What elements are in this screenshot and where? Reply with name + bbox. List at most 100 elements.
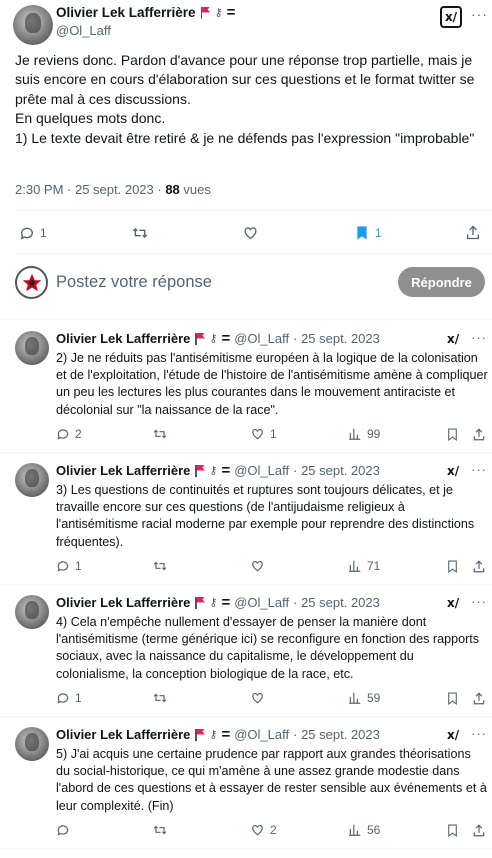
reply-header: Olivier Lek Lafferrière ⚷ = @Ol_Laff · 2…: [56, 461, 380, 479]
avatar[interactable]: [15, 727, 49, 761]
retweet-icon: [153, 693, 167, 703]
keys-icon: ⚷: [209, 729, 218, 741]
equals-icon: =: [226, 3, 236, 21]
avatar[interactable]: [13, 5, 53, 45]
tweet-actions: 1 1: [0, 221, 492, 245]
reply-date[interactable]: · 25 sept. 2023: [293, 727, 380, 742]
views-button[interactable]: 59: [348, 691, 380, 705]
heart-icon: [252, 693, 263, 704]
bookmark-button[interactable]: [446, 559, 459, 574]
avatar[interactable]: [15, 463, 49, 497]
grok-icon[interactable]: x/: [447, 464, 459, 478]
tweet-time[interactable]: 2:30 PM · 25 sept. 2023 ·: [15, 182, 165, 197]
reply-input[interactable]: Postez votre réponse: [56, 273, 212, 292]
views-button[interactable]: 99: [348, 427, 380, 441]
reply-header: Olivier Lek Lafferrière ⚷ = @Ol_Laff · 2…: [56, 725, 380, 743]
reply-date[interactable]: · 25 sept. 2023: [293, 331, 380, 346]
bookmark-button[interactable]: [446, 823, 459, 838]
divider: [15, 210, 492, 211]
share-button[interactable]: [472, 823, 486, 838]
share-button[interactable]: [465, 224, 481, 241]
author-handle[interactable]: @Ol_Laff: [234, 595, 289, 610]
more-icon[interactable]: ···: [471, 726, 487, 741]
author-name[interactable]: Olivier Lek Lafferrière: [56, 463, 190, 478]
share-button[interactable]: [472, 427, 486, 442]
more-icon[interactable]: ···: [471, 330, 487, 345]
like-button[interactable]: 2: [250, 823, 277, 837]
grok-label: x/: [444, 10, 458, 24]
retweet-button[interactable]: [152, 823, 168, 837]
heart-icon: [252, 825, 263, 836]
grok-icon[interactable]: x/: [440, 6, 462, 28]
avatar[interactable]: [15, 331, 49, 365]
like-button[interactable]: [250, 691, 265, 705]
bar-chart-icon: [349, 428, 361, 440]
reply-date[interactable]: · 25 sept. 2023: [293, 463, 380, 478]
tweet-thread-page: Olivier Lek Lafferrière ⚷ = @Ol_Laff x/ …: [0, 0, 492, 858]
grok-icon[interactable]: x/: [447, 728, 459, 742]
reply-date[interactable]: · 25 sept. 2023: [293, 595, 380, 610]
views-button[interactable]: 71: [348, 559, 380, 573]
flag-icon: [194, 464, 205, 477]
author-handle[interactable]: @Ol_Laff: [234, 463, 289, 478]
more-icon[interactable]: ···: [471, 462, 487, 477]
divider: [15, 253, 492, 254]
share-button[interactable]: [472, 691, 486, 706]
avatar[interactable]: [15, 595, 49, 629]
like-button[interactable]: 1: [250, 427, 277, 441]
reply-button[interactable]: 1: [56, 691, 82, 705]
keys-icon: ⚷: [214, 7, 223, 19]
like-button[interactable]: [250, 559, 265, 573]
retweet-button[interactable]: [152, 427, 168, 441]
author-name[interactable]: Olivier Lek Lafferrière: [56, 727, 190, 742]
reply-button[interactable]: 2: [56, 427, 82, 441]
retweet-button[interactable]: [152, 559, 168, 573]
retweet-button[interactable]: [131, 225, 149, 241]
reply-count: 1: [75, 559, 82, 573]
reply-text: 3) Les questions de continuités et ruptu…: [56, 483, 475, 549]
equals-icon: =: [221, 461, 231, 479]
share-button[interactable]: [472, 559, 486, 574]
views-button[interactable]: 56: [348, 823, 380, 837]
share-icon: [473, 824, 485, 837]
bar-chart-icon: [349, 692, 361, 704]
reply-button[interactable]: 1: [19, 225, 47, 241]
retweet-button[interactable]: [152, 691, 168, 705]
reply-button[interactable]: [56, 823, 70, 837]
grok-icon[interactable]: x/: [447, 596, 459, 610]
more-icon[interactable]: ···: [471, 6, 488, 22]
keys-icon: ⚷: [209, 333, 218, 345]
more-icon[interactable]: ···: [471, 594, 487, 609]
author-name[interactable]: Olivier Lek Lafferrière: [56, 331, 190, 346]
author-name[interactable]: Olivier Lek Lafferrière: [56, 595, 190, 610]
like-count: 1: [270, 427, 277, 441]
author-handle[interactable]: @Ol_Laff: [234, 727, 289, 742]
bookmark-icon: [448, 560, 457, 573]
reply-actions: 1 59: [0, 691, 492, 709]
equals-icon: =: [221, 725, 231, 743]
views-count: 71: [367, 559, 381, 573]
like-button[interactable]: [242, 225, 259, 241]
comment-icon: [57, 825, 69, 836]
reply-text: 4) Cela n'empêche nullement d'essayer de…: [56, 615, 480, 681]
heart-icon: [244, 227, 257, 240]
author-handle[interactable]: @Ol_Laff: [56, 23, 111, 38]
author-handle[interactable]: @Ol_Laff: [234, 331, 289, 346]
flag-icon: [194, 596, 205, 609]
bar-chart-icon: [349, 560, 361, 572]
reply-actions: 2 1 99: [0, 427, 492, 445]
author-name[interactable]: Olivier Lek Lafferrière ⚷ =: [56, 3, 236, 21]
bookmark-button[interactable]: 1: [354, 224, 382, 242]
retweet-icon: [132, 228, 148, 238]
author-name-text[interactable]: Olivier Lek Lafferrière: [56, 5, 196, 20]
bookmark-button[interactable]: [446, 427, 459, 442]
bookmark-button[interactable]: [446, 691, 459, 706]
user-avatar[interactable]: [15, 266, 48, 299]
reply-button[interactable]: 1: [56, 559, 82, 573]
reply-submit-button[interactable]: Répondre: [398, 267, 485, 297]
heart-icon: [252, 561, 263, 572]
grok-icon[interactable]: x/: [447, 332, 459, 346]
share-icon: [467, 225, 479, 240]
keys-icon: ⚷: [209, 597, 218, 609]
comment-icon: [57, 429, 69, 440]
